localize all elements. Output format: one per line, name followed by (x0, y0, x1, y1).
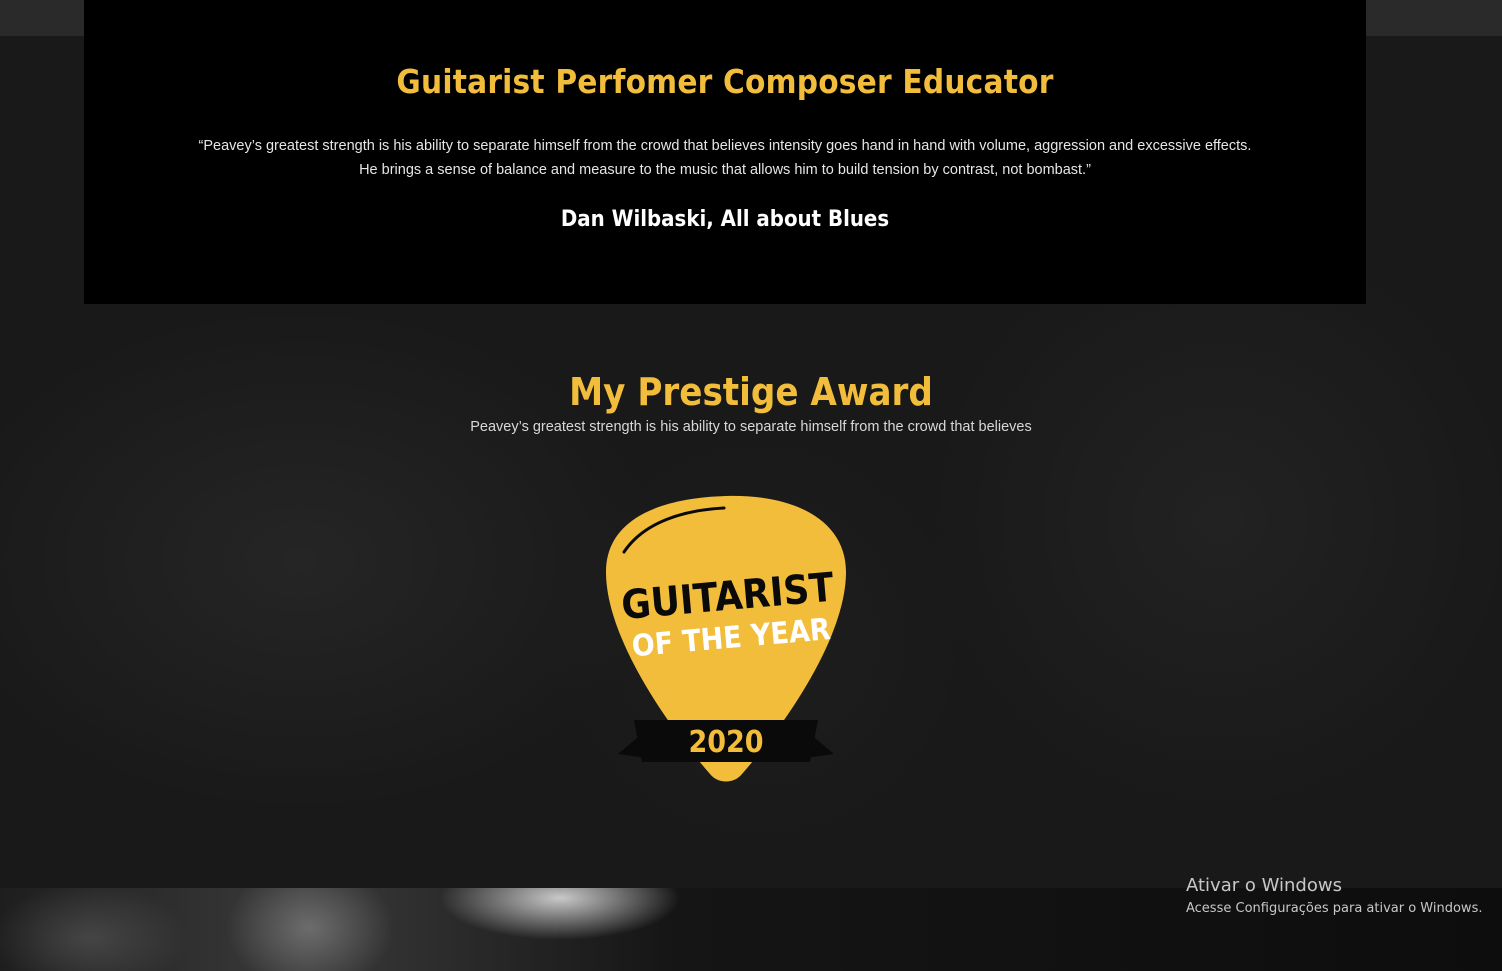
badge-year: 2020 (688, 725, 763, 760)
award-subtitle: Peavey’s greatest strength is his abilit… (470, 419, 1032, 435)
testimonial-title: Guitarist Perfomer Composer Educator (396, 62, 1054, 101)
award-title: My Prestige Award (569, 370, 933, 414)
award-section: My Prestige Award Peavey’s greatest stre… (0, 304, 1502, 888)
guitar-pick-icon: GUITARIST OF THE YEAR 2020 (606, 495, 846, 782)
testimonial-card: Guitarist Perfomer Composer Educator “Pe… (84, 0, 1366, 304)
watermark-title: Ativar o Windows (1186, 875, 1342, 896)
page: Guitarist Perfomer Composer Educator “Pe… (0, 0, 1502, 971)
testimonial-author: Dan Wilbaski, All about Blues (560, 207, 890, 232)
testimonial-quote: “Peavey’s greatest strength is his abili… (198, 138, 1252, 178)
windows-activation-watermark: Ativar o Windows Acesse Configurações pa… (1186, 874, 1482, 920)
watermark-subtitle: Acesse Configurações para ativar o Windo… (1186, 901, 1483, 916)
